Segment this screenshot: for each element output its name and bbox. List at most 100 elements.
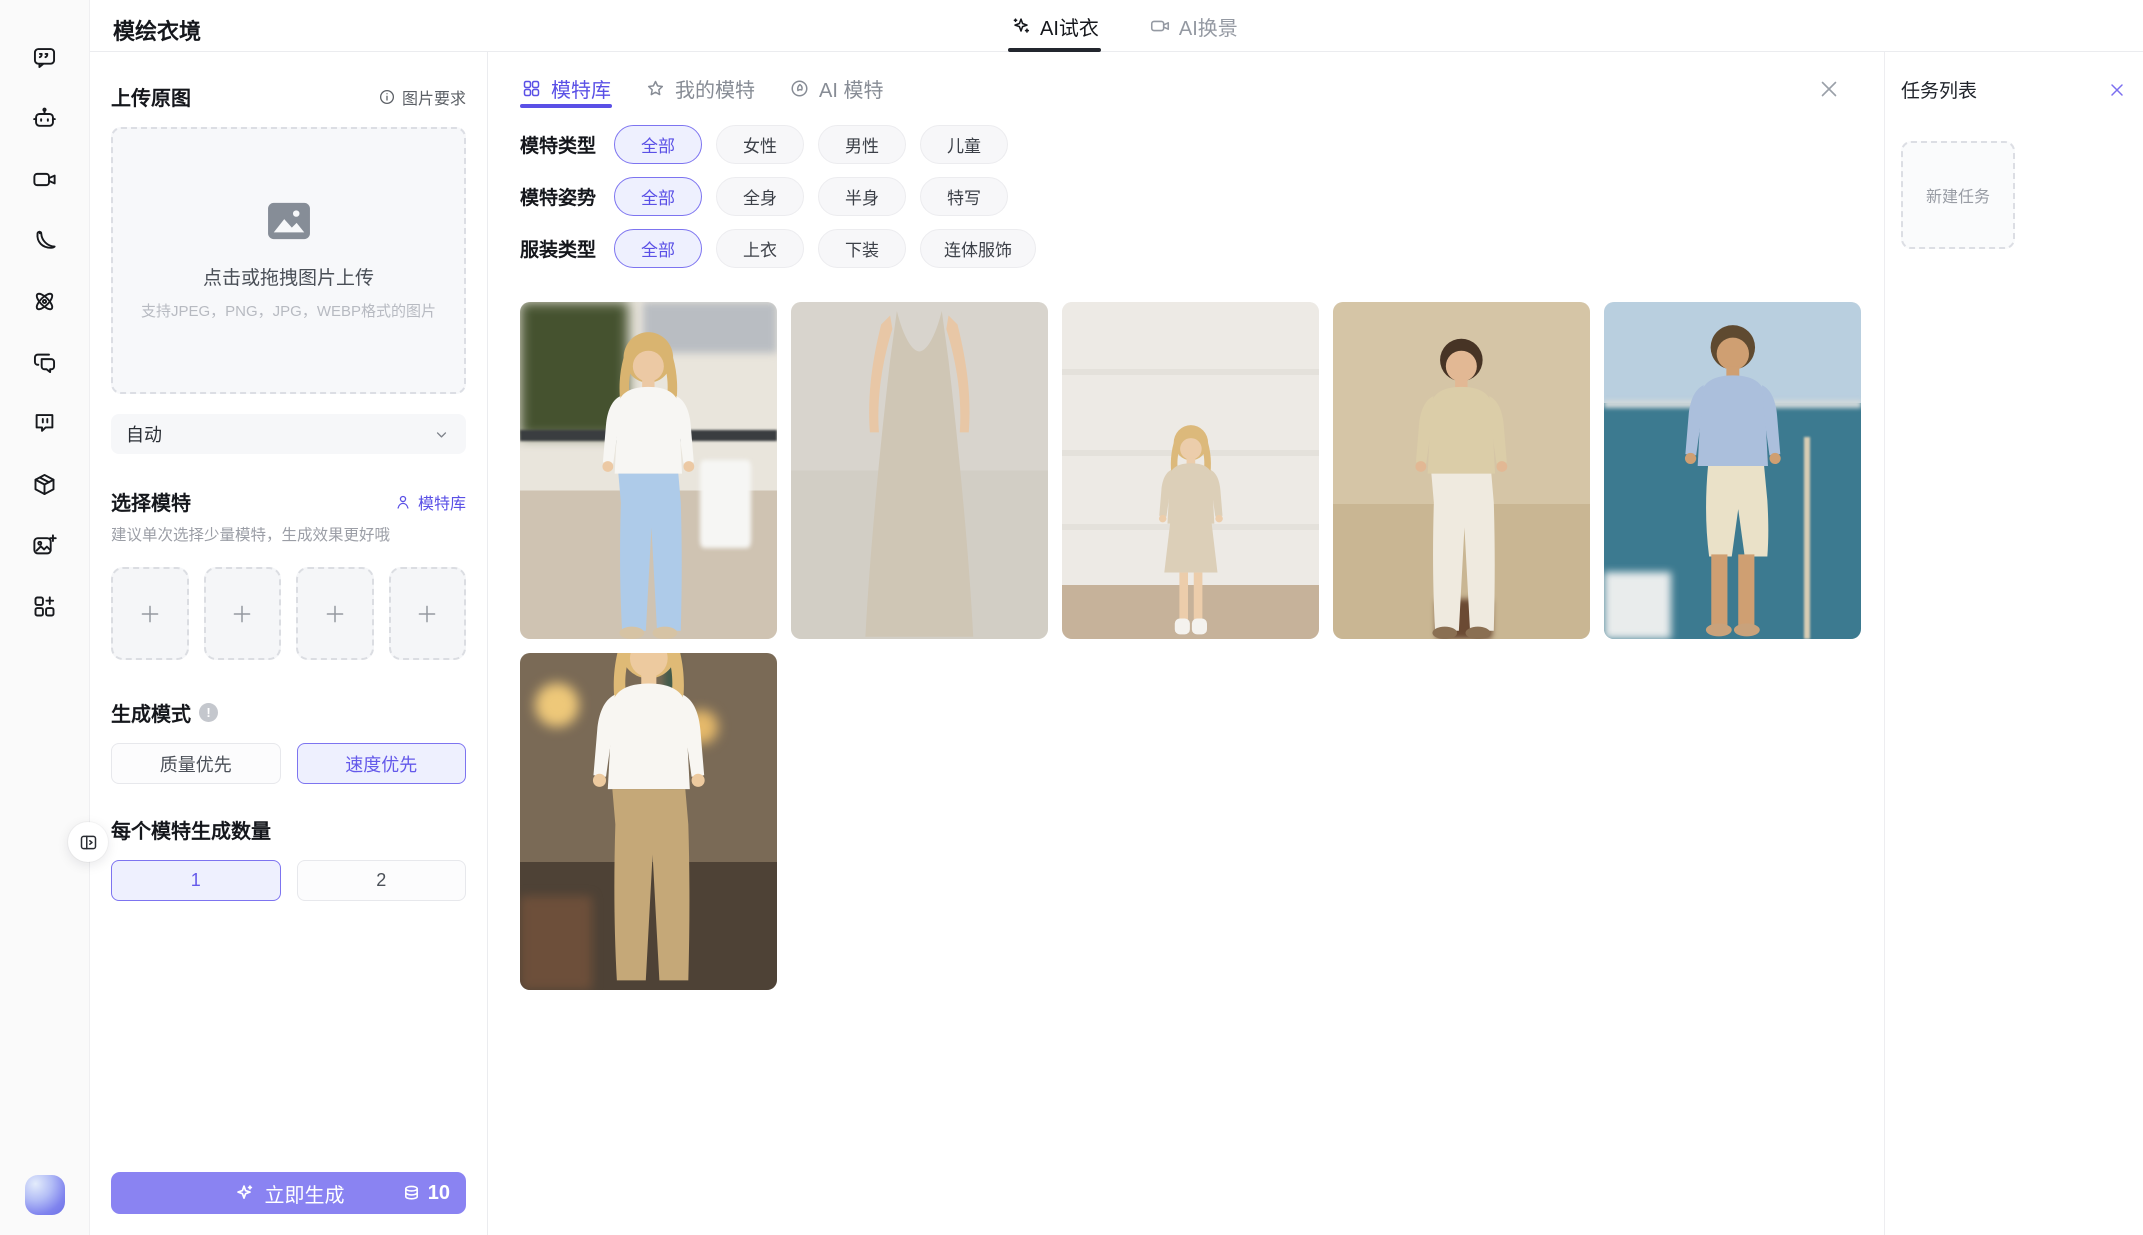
filter-label: 服装类型: [520, 235, 598, 262]
filter-label: 模特姿势: [520, 183, 598, 210]
task-list-panel: 任务列表 新建任务: [1884, 52, 2143, 1235]
info-circle-icon: [378, 88, 396, 106]
filter-row: 模特姿势全部全身半身特写: [520, 177, 1884, 216]
banana-icon[interactable]: [31, 227, 58, 254]
top-tabs: AI试衣 AI换景: [1008, 0, 1240, 52]
library-tab-label: 我的模特: [675, 74, 755, 103]
filter-chip-男性[interactable]: 男性: [818, 125, 906, 164]
icon-rail-items: [0, 44, 89, 620]
content-area: 上传原图 图片要求 点击或拖拽图片上传 支持JPEG，: [90, 52, 2143, 1235]
filter-row: 模特类型全部女性男性儿童: [520, 125, 1884, 164]
filter-chip-下装[interactable]: 下装: [818, 229, 906, 268]
model-figure: [520, 653, 777, 990]
filter-chip-女性[interactable]: 女性: [716, 125, 804, 164]
image-requirements-label: 图片要求: [402, 85, 466, 109]
library-tab-label: AI 模特: [819, 74, 883, 103]
model-photo[interactable]: [1062, 302, 1319, 639]
image-requirements-link[interactable]: 图片要求: [378, 85, 466, 109]
robot-icon[interactable]: [31, 105, 58, 132]
model-slot-add[interactable]: [296, 567, 374, 660]
panel-collapse-icon: [78, 832, 99, 853]
filter-chip-上衣[interactable]: 上衣: [716, 229, 804, 268]
plus-icon: [229, 601, 255, 627]
filter-chip-全部[interactable]: 全部: [614, 229, 702, 268]
generation-mode-title: 生成模式: [111, 698, 191, 727]
ai-badge-icon: [789, 78, 810, 99]
image-plus-icon[interactable]: [31, 532, 58, 559]
plus-icon: [414, 601, 440, 627]
filter-chip-特写[interactable]: 特写: [920, 177, 1008, 216]
close-task-panel-icon[interactable]: [2107, 80, 2127, 100]
mode-option-质量优先[interactable]: 质量优先: [111, 743, 281, 784]
library-tab-1[interactable]: 我的模特: [644, 68, 756, 108]
library-tab-2[interactable]: AI 模特: [788, 68, 884, 108]
video-camera-icon[interactable]: [31, 166, 58, 193]
generate-button[interactable]: 立即生成 10: [111, 1172, 466, 1214]
mode-option-速度优先[interactable]: 速度优先: [297, 743, 467, 784]
grid-icon: [521, 78, 542, 99]
filter-rows: 模特类型全部女性男性儿童模特姿势全部全身半身特写服装类型全部上衣下装连体服饰: [520, 125, 1884, 268]
coins-icon: [401, 1183, 422, 1204]
grid-plus-icon[interactable]: [31, 593, 58, 620]
model-photo[interactable]: [520, 653, 777, 990]
filter-chip-全部[interactable]: 全部: [614, 125, 702, 164]
chat-duo-icon[interactable]: [31, 349, 58, 376]
quote-chat-icon[interactable]: [31, 44, 58, 71]
new-task-label: 新建任务: [1926, 183, 1990, 207]
top-tab-ai-scene[interactable]: AI换景: [1147, 0, 1240, 52]
clothing-type-value: 自动: [126, 421, 162, 447]
library-tab-0[interactable]: 模特库: [520, 68, 612, 108]
atom-icon[interactable]: [31, 288, 58, 315]
quantity-options: 12: [111, 860, 466, 901]
upload-dropzone[interactable]: 点击或拖拽图片上传 支持JPEG，PNG，JPG，WEBP格式的图片: [111, 127, 466, 394]
filter-chip-全身[interactable]: 全身: [716, 177, 804, 216]
generate-cost-value: 10: [428, 1182, 450, 1205]
dropzone-title: 点击或拖拽图片上传: [203, 263, 374, 290]
left-settings-panel: 上传原图 图片要求 点击或拖拽图片上传 支持JPEG，: [90, 52, 488, 1235]
filter-chip-全部[interactable]: 全部: [614, 177, 702, 216]
library-tabs: 模特库 我的模特 AI 模特: [520, 68, 1884, 108]
model-section-title: 选择模特: [111, 487, 191, 516]
model-photo[interactable]: [1333, 302, 1590, 639]
model-photo[interactable]: [520, 302, 777, 639]
new-task-button[interactable]: 新建任务: [1901, 141, 2015, 249]
model-library-link[interactable]: 模特库: [394, 490, 466, 514]
filter-chip-儿童[interactable]: 儿童: [920, 125, 1008, 164]
image-placeholder-icon: [266, 201, 312, 241]
model-library-panel: 模特库我的模特AI 模特 模特类型全部女性男性儿童模特姿势全部全身半身特写服装类…: [488, 52, 1884, 1235]
model-figure: [1604, 315, 1861, 639]
plus-icon: [322, 601, 348, 627]
quantity-title: 每个模特生成数量: [111, 815, 466, 844]
camera-icon: [1149, 15, 1171, 37]
clothing-type-select[interactable]: 自动: [111, 414, 466, 454]
model-figure: [520, 329, 777, 639]
alert-info-icon[interactable]: !: [199, 703, 218, 722]
top-tab-label: AI试衣: [1040, 12, 1099, 41]
cube-3d-icon[interactable]: [31, 471, 58, 498]
model-photo[interactable]: [791, 302, 1048, 639]
model-slot-add[interactable]: [111, 567, 189, 660]
quantity-option-2[interactable]: 2: [297, 860, 467, 901]
plus-icon: [137, 601, 163, 627]
model-photo-grid: [520, 302, 1862, 990]
app-window: 模绘衣境 AI试衣AI换景 上传原图 图片要求: [90, 0, 2143, 1235]
dropzone-hint: 支持JPEG，PNG，JPG，WEBP格式的图片: [141, 300, 436, 321]
filter-chip-连体服饰[interactable]: 连体服饰: [920, 229, 1036, 268]
model-figure: [791, 302, 1048, 639]
model-figure: [1062, 423, 1319, 639]
quantity-option-1[interactable]: 1: [111, 860, 281, 901]
top-tab-ai-tryon[interactable]: AI试衣: [1008, 0, 1101, 52]
chat-square-icon[interactable]: [31, 410, 58, 437]
collapse-panel-button[interactable]: [68, 822, 108, 862]
model-slot-add[interactable]: [389, 567, 467, 660]
model-photo[interactable]: [1604, 302, 1861, 639]
close-library-icon[interactable]: [1816, 76, 1842, 102]
user-avatar[interactable]: [25, 1175, 65, 1215]
filter-chip-半身[interactable]: 半身: [818, 177, 906, 216]
model-slot-add[interactable]: [204, 567, 282, 660]
person-icon: [394, 493, 412, 511]
app-icon-rail: [0, 0, 90, 1235]
sparkle-icon: [233, 1182, 255, 1204]
top-bar: 模绘衣境 AI试衣AI换景: [90, 0, 2143, 52]
filter-row: 服装类型全部上衣下装连体服饰: [520, 229, 1884, 268]
